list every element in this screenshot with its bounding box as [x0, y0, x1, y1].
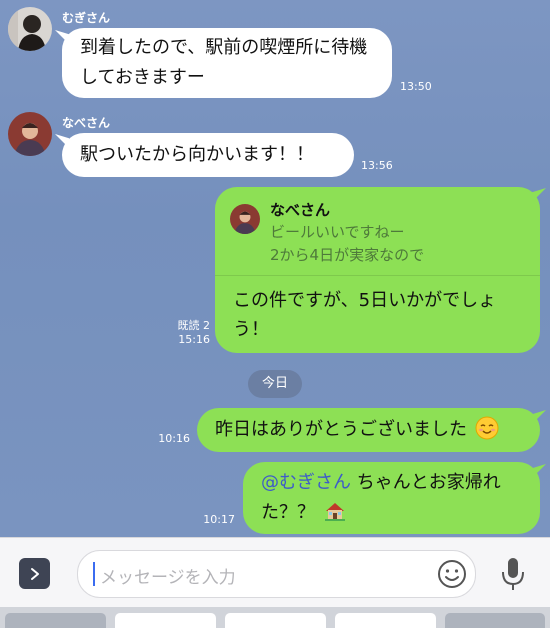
message-bubble[interactable]: 駅ついたから向かいます！！	[62, 133, 354, 177]
text-caret	[93, 562, 95, 586]
keyboard-key[interactable]	[445, 613, 545, 628]
keyboard-key[interactable]	[335, 613, 436, 628]
chat-area[interactable]: むぎさん 到着したので、駅前の喫煙所に待機しておきますー 13:50 なべさん …	[0, 0, 550, 537]
sender-name: なべさん	[62, 116, 111, 130]
quoted-avatar	[230, 204, 260, 234]
reply-message-bubble[interactable]: なべさん ビールいいですねー 2から4日が実家なので この件ですが、5日いかがで…	[215, 187, 540, 353]
message-time: 10:16	[158, 432, 190, 445]
mention-link[interactable]: @むぎさん	[261, 472, 351, 493]
keyboard	[0, 607, 550, 628]
smiley-icon[interactable]	[437, 559, 467, 589]
message-text: 昨日はありがとうございました	[215, 419, 467, 440]
message-bubble[interactable]: 昨日はありがとうございました	[197, 408, 540, 452]
message-text: この件ですが、5日いかがでしょう！	[233, 290, 497, 340]
message-time: 10:17	[203, 513, 235, 526]
sender-name: むぎさん	[62, 11, 111, 25]
quoted-text: ビールいいですねー 2から4日が実家なので	[270, 223, 425, 264]
quoted-message[interactable]: なべさん ビールいいですねー 2から4日が実家なので	[215, 187, 540, 276]
message-input-bar: メッセージを入力	[0, 537, 550, 608]
message-text: 駅ついたから向かいます！！	[80, 144, 314, 165]
keyboard-key[interactable]	[115, 613, 216, 628]
message-input[interactable]: メッセージを入力	[77, 550, 476, 598]
quoted-sender: なべさん	[270, 201, 331, 219]
message-bubble[interactable]: 到着したので、駅前の喫煙所に待機しておきますー	[62, 28, 392, 98]
message-time: 13:50	[400, 80, 432, 93]
relieved-face-emoji	[475, 416, 499, 440]
input-placeholder: メッセージを入力	[100, 568, 236, 588]
microphone-icon[interactable]	[498, 556, 528, 592]
message-text: 到着したので、駅前の喫煙所に待機しておきますー	[80, 37, 368, 88]
date-divider: 今日	[248, 370, 302, 398]
expand-button[interactable]	[19, 558, 50, 589]
message-bubble[interactable]: @むぎさん ちゃんとお家帰れた？？	[243, 462, 540, 534]
keyboard-key[interactable]	[225, 613, 326, 628]
chevron-right-icon	[30, 567, 39, 580]
keyboard-key[interactable]	[5, 613, 106, 628]
message-time: 13:56	[361, 159, 393, 172]
avatar-nabe[interactable]	[8, 112, 52, 156]
message-time: 15:16	[178, 333, 210, 346]
avatar-mugi[interactable]	[8, 7, 52, 51]
house-emoji	[323, 499, 347, 523]
read-status: 既読 2	[177, 319, 211, 332]
